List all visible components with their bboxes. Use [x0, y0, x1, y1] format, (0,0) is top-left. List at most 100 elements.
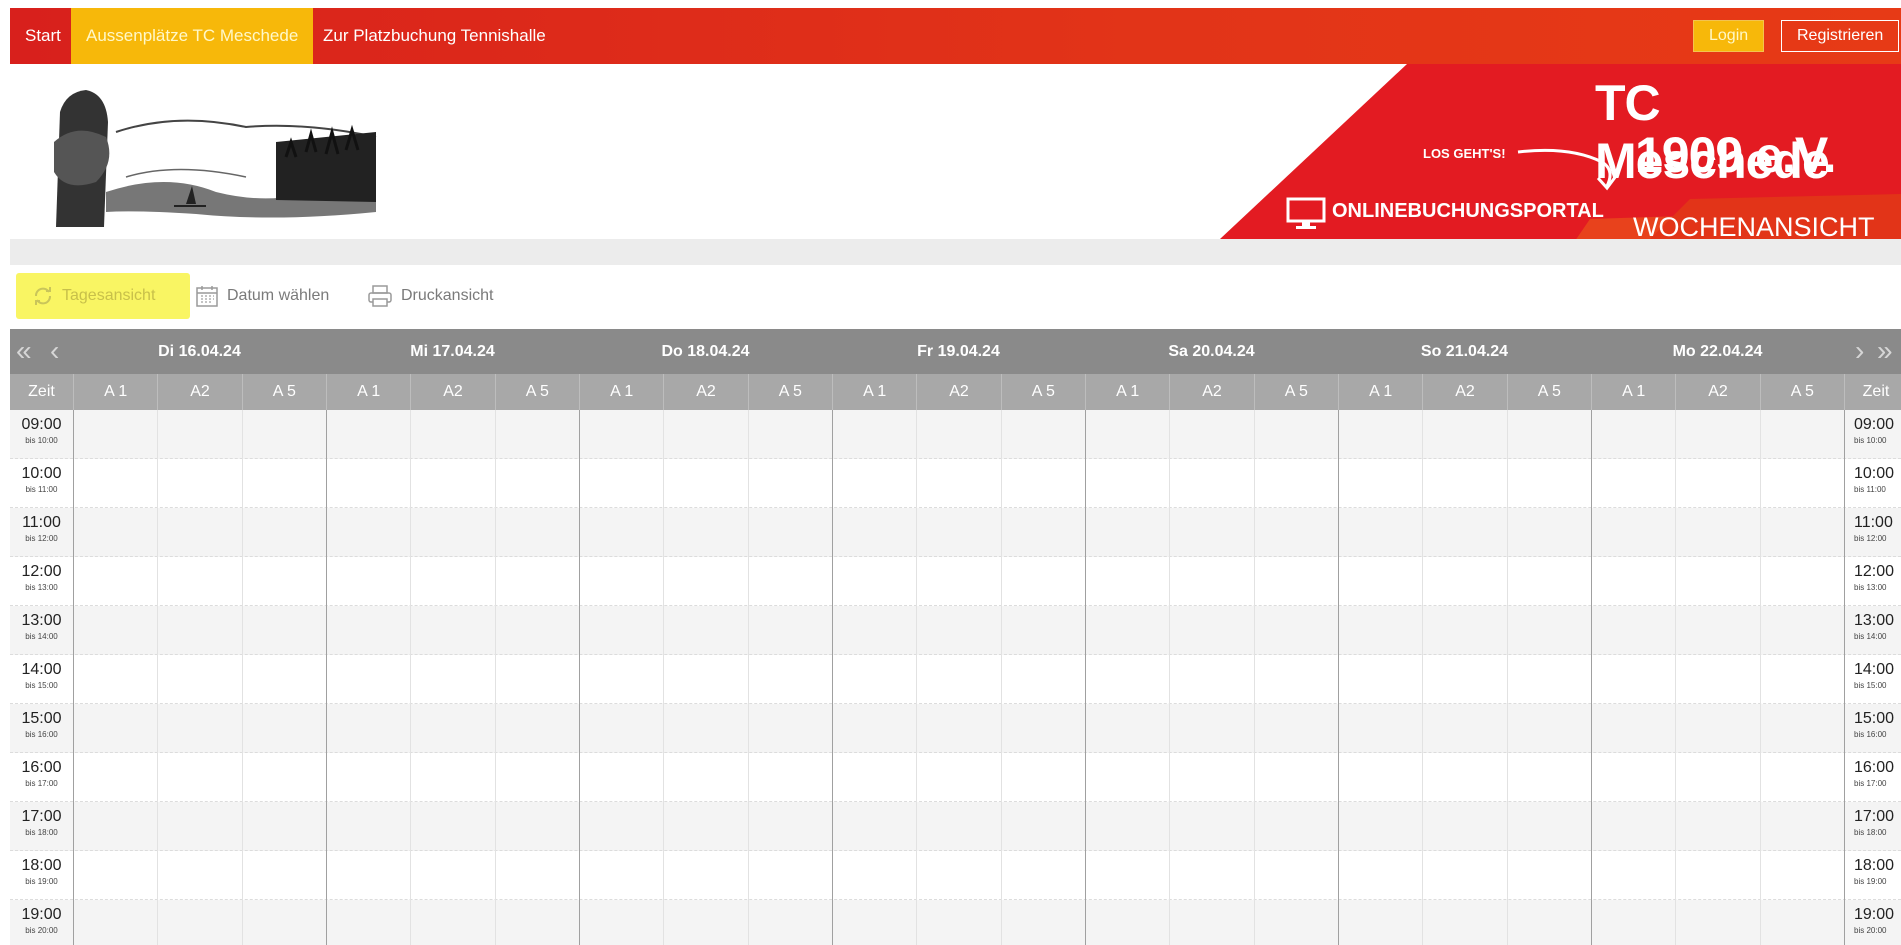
day-header: Mi 17.04.24 [410, 343, 495, 360]
court-header: A 5 [1506, 374, 1591, 410]
time-label-right: 16:00 bis 17:00 [1844, 758, 1901, 790]
slot-start-time: 19:00 [21, 906, 62, 923]
time-slot-row: 13:00 bis 14:00 13:00 bis 14:00 [10, 606, 1901, 655]
court-divider [1169, 410, 1171, 945]
court-header: A 1 [73, 374, 157, 410]
slot-start-time: 11:00 [1854, 514, 1893, 531]
slot-end-time: bis 13:00 [1854, 583, 1887, 592]
slot-end-time: bis 15:00 [25, 681, 58, 690]
slot-end-time: bis 17:00 [25, 779, 58, 788]
court-divider [1506, 410, 1508, 945]
day-header: Di 16.04.24 [158, 343, 241, 360]
prev-day-arrow[interactable]: ‹ [50, 329, 59, 374]
day-header: So 21.04.24 [1420, 343, 1509, 360]
nav-start-link[interactable]: Start [17, 8, 69, 64]
nav-platzbuchung-link[interactable]: Zur Platzbuchung Tennishalle [315, 8, 554, 64]
slot-end-time: bis 11:00 [25, 485, 58, 494]
view-toolbar: Tagesansicht Datum wählen Druckansicht [10, 265, 1901, 329]
header-divider [10, 239, 1901, 265]
time-label: 19:00 bis 20:00 [10, 905, 73, 937]
slot-start-time: 14:00 [21, 661, 62, 678]
time-label-right: 13:00 bis 14:00 [1844, 611, 1901, 643]
next-week-arrow[interactable]: » [1877, 329, 1893, 374]
booking-page: Start Aussenplätze TC Meschede Zur Platz… [10, 8, 1901, 945]
court-header: A 1 [1591, 374, 1675, 410]
courts-header: Zeit Zeit A 1 A2 A 5A 1 A2 A 5A 1 A2 A 5A 1 A2 A… [10, 374, 1901, 410]
time-column-header: Zeit [28, 383, 55, 400]
court-header: A 1 [326, 374, 410, 410]
nav-aussenplaetze-link[interactable]: Aussenplätze TC Meschede [71, 8, 314, 64]
court-header: A2 [157, 374, 241, 410]
court-header: A2 [410, 374, 494, 410]
day-view-label: Tagesansicht [62, 287, 156, 304]
time-slot-row: 10:00 bis 11:00 10:00 bis 11:00 [10, 459, 1901, 508]
time-slot-row: 17:00 bis 18:00 17:00 bis 18:00 [10, 802, 1901, 851]
slot-end-time: bis 12:00 [1854, 534, 1887, 543]
portal-title: ONLINEBUCHUNGSPORTAL [1332, 200, 1604, 222]
slot-start-time: 17:00 [21, 808, 62, 825]
slot-start-time: 15:00 [21, 710, 62, 727]
time-label: 09:00 bis 10:00 [10, 415, 73, 447]
court-divider [241, 410, 243, 945]
time-label: 18:00 bis 19:00 [10, 856, 73, 888]
court-header: A2 [663, 374, 747, 410]
time-slot-row: 18:00 bis 19:00 18:00 bis 19:00 [10, 851, 1901, 900]
slot-end-time: bis 12:00 [25, 534, 58, 543]
club-name-line2: 1909 e.V. [1635, 127, 1836, 183]
slot-end-time: bis 16:00 [25, 730, 58, 739]
slot-end-time: bis 18:00 [25, 828, 58, 837]
court-header: A 5 [1000, 374, 1085, 410]
court-divider [1675, 410, 1677, 945]
court-divider [410, 410, 412, 945]
time-label-right: 19:00 bis 20:00 [1844, 905, 1901, 937]
prev-week-arrow[interactable]: « [16, 329, 32, 374]
time-label-right: 14:00 bis 15:00 [1844, 660, 1901, 692]
print-view-button[interactable]: Druckansicht [367, 273, 493, 319]
time-label: 16:00 bis 17:00 [10, 758, 73, 790]
slot-end-time: bis 11:00 [1854, 485, 1886, 494]
register-button[interactable]: Registrieren [1781, 20, 1900, 52]
time-slot-row: 09:00 bis 10:00 09:00 bis 10:00 [10, 410, 1901, 459]
slot-start-time: 09:00 [1854, 416, 1895, 433]
slot-end-time: bis 13:00 [25, 583, 58, 592]
slot-end-time: bis 16:00 [1854, 730, 1887, 739]
slot-start-time: 11:00 [22, 514, 61, 531]
slot-start-time: 09:00 [21, 416, 62, 433]
slot-end-time: bis 10:00 [25, 436, 58, 445]
choose-date-button[interactable]: Datum wählen [195, 273, 329, 319]
day-divider [1844, 410, 1845, 945]
time-label-right: 15:00 bis 16:00 [1844, 709, 1901, 741]
time-slot-row: 16:00 bis 17:00 16:00 bis 17:00 [10, 753, 1901, 802]
day-header: Fr 19.04.24 [917, 343, 1000, 360]
court-header: A2 [1422, 374, 1506, 410]
time-slot-row: 11:00 bis 12:00 11:00 bis 12:00 [10, 508, 1901, 557]
court-header: A 1 [832, 374, 916, 410]
time-label: 14:00 bis 15:00 [10, 660, 73, 692]
day-divider [326, 410, 327, 945]
login-button[interactable]: Login [1693, 20, 1765, 52]
print-view-label: Druckansicht [401, 287, 494, 304]
slot-end-time: bis 18:00 [1854, 828, 1887, 837]
site-header: LOS GEHT'S! ONLINEBUCHUNGSPORTAL TC Mesc… [10, 64, 1901, 273]
slot-end-time: bis 10:00 [1854, 436, 1887, 445]
booking-grid: 09:00 bis 10:00 09:00 bis 10:00 10:00 bis 11:… [10, 410, 1901, 945]
next-day-arrow[interactable]: › [1855, 329, 1864, 374]
day-divider [1591, 410, 1592, 945]
slot-start-time: 15:00 [1854, 710, 1895, 727]
time-column-header-right: Zeit [1844, 374, 1901, 410]
court-header: A2 [1675, 374, 1759, 410]
calendar-icon [196, 286, 218, 307]
time-label: 17:00 bis 18:00 [10, 807, 73, 839]
slot-start-time: 10:00 [21, 465, 62, 482]
court-header: A 5 [1253, 374, 1338, 410]
time-label-right: 12:00 bis 13:00 [1844, 562, 1901, 594]
slot-end-time: bis 20:00 [25, 926, 58, 935]
week-days-header: « ‹ Di 16.04.24 Mi 17.04.24 Do 18.04.24 … [10, 329, 1901, 374]
time-slot-row: 12:00 bis 13:00 12:00 bis 13:00 [10, 557, 1901, 606]
monitor-icon [1286, 197, 1326, 236]
day-header: Sa 20.04.24 [1168, 343, 1255, 360]
day-view-button[interactable]: Tagesansicht [16, 273, 190, 319]
slot-end-time: bis 20:00 [1854, 926, 1887, 935]
time-label: 12:00 bis 13:00 [10, 562, 73, 594]
court-header: A 5 [494, 374, 579, 410]
